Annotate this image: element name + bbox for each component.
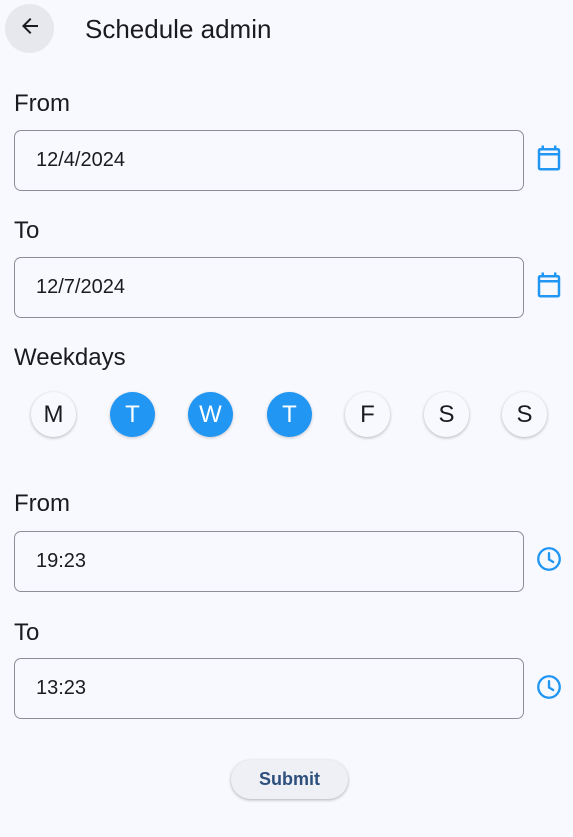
time-to-field[interactable]: 13:23 [14,658,524,719]
calendar-icon [534,270,564,305]
time-from-label: From [14,490,70,517]
submit-button[interactable]: Submit [231,760,348,799]
date-to-label: To [14,217,40,244]
date-to-field[interactable]: 12/7/2024 [14,257,524,318]
weekday-toggle[interactable]: W [188,392,233,437]
date-to-value: 12/7/2024 [36,276,125,298]
weekday-toggle[interactable]: T [267,392,312,437]
time-to-value: 13:23 [36,677,87,699]
time-to-clock-button[interactable] [534,674,564,704]
weekday-toggle[interactable]: S [502,392,547,437]
calendar-icon [534,143,564,178]
weekday-toggle[interactable]: T [110,392,155,437]
weekdays-label: Weekdays [14,344,126,371]
back-button[interactable] [5,4,54,53]
time-from-field[interactable]: 19:23 [14,531,524,592]
time-to-label: To [14,619,40,646]
page-title: Schedule admin [85,14,272,44]
arrow-back-icon [18,14,42,43]
date-from-label: From [14,90,70,117]
date-to-calendar-button[interactable] [534,272,564,302]
clock-icon [535,545,563,578]
date-from-field[interactable]: 12/4/2024 [14,130,524,191]
date-from-value: 12/4/2024 [36,149,125,171]
weekday-toggle[interactable]: S [424,392,469,437]
weekday-toggle[interactable]: M [31,392,76,437]
date-from-calendar-button[interactable] [534,145,564,175]
clock-icon [535,673,563,706]
time-from-value: 19:23 [36,550,87,572]
weekday-toggle[interactable]: F [345,392,390,437]
time-from-clock-button[interactable] [534,546,564,576]
